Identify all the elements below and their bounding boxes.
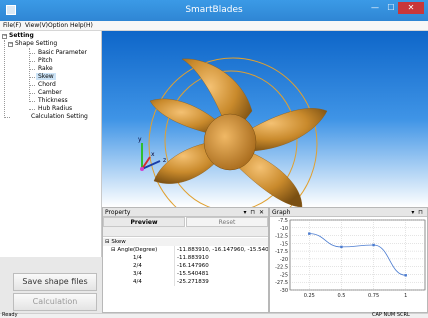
title-bar: SmartBlades — ☐ ✕ (0, 0, 428, 21)
tree-connector (4, 40, 5, 116)
graph-panel-title: Graph (272, 209, 291, 216)
panel-controls[interactable]: ▾ ⊓ ✕ (243, 208, 265, 217)
axis-y-label: y (138, 136, 142, 143)
tree-item-pitch[interactable]: Pitch (38, 57, 53, 64)
expand-shape-setting-icon[interactable]: − (8, 42, 13, 47)
menu-file[interactable]: File(F) (3, 22, 21, 29)
minimize-button[interactable]: — (368, 2, 382, 14)
reset-button[interactable]: Reset (186, 217, 268, 227)
property-row-2-4[interactable]: 2/4 -16.147960 (103, 262, 268, 270)
y-tick-label: -27.5 (275, 280, 288, 286)
tree-item-camber[interactable]: Camber (38, 89, 62, 96)
graph-panel-header: Graph ▾ ⊓ (270, 208, 427, 217)
menu-help[interactable]: Help(H) (70, 22, 93, 29)
angle-value: -11.883910, -16.147960, -15.54048... (174, 246, 268, 254)
menu-option[interactable]: Option (48, 22, 68, 29)
status-bar: Ready CAP NUM SCRL (0, 312, 428, 318)
x-tick-label: 0.5 (337, 293, 345, 299)
y-tick-label: -7.5 (278, 218, 288, 224)
value-2-4[interactable]: -16.147960 (174, 262, 268, 270)
value-1-4[interactable]: -11.883910 (174, 254, 268, 262)
menu-bar: File(F) View(V) Option Help(H) (0, 21, 428, 31)
propeller-hub (203, 113, 257, 171)
propeller-render: y x z (138, 57, 328, 207)
maximize-button[interactable]: ☐ (384, 2, 398, 14)
y-tick-label: -22.5 (275, 265, 288, 271)
property-panel: Property ▾ ⊓ ✕ Preview Reset ⊟ Skew ⊟ An… (102, 207, 269, 313)
plot-area (289, 219, 426, 291)
tree-item-basic-parameter[interactable]: Basic Parameter (38, 49, 87, 56)
tree-item-rake[interactable]: Rake (38, 65, 53, 72)
save-shape-files-button[interactable]: Save shape files (13, 273, 97, 291)
property-panel-title: Property (105, 209, 131, 216)
menu-view[interactable]: View(V) (25, 22, 48, 29)
data-point (308, 232, 311, 235)
settings-tree: − Setting − Shape Setting Basic Paramete… (0, 31, 102, 257)
y-tick-label: -30 (280, 288, 288, 294)
tree-item-setting[interactable]: Setting (9, 32, 34, 39)
3d-viewport[interactable]: y x z (102, 31, 428, 207)
property-group-row[interactable]: ⊟ Skew (103, 238, 268, 246)
axis-x-label: x (151, 151, 155, 158)
tree-item-calculation-setting[interactable]: Calculation Setting (31, 113, 88, 120)
property-row-4-4[interactable]: 4/4 -25.271839 (103, 278, 268, 286)
tree-item-chord[interactable]: Chord (38, 81, 56, 88)
x-tick-label: 1 (404, 293, 407, 299)
y-tick-label: -10 (280, 226, 288, 232)
calculation-button[interactable]: Calculation (13, 293, 97, 311)
tree-item-skew[interactable]: Skew (36, 73, 56, 80)
window-title: SmartBlades (185, 5, 243, 15)
x-tick-label: 0.25 (304, 293, 315, 299)
y-tick-label: -20 (280, 257, 288, 263)
value-4-4[interactable]: -25.271839 (174, 278, 268, 286)
left-button-area: Save shape files Calculation (0, 257, 102, 313)
property-row-3-4[interactable]: 3/4 -15.540481 (103, 270, 268, 278)
tree-item-shape-setting[interactable]: Shape Setting (15, 40, 57, 47)
property-group-skew: ⊟ Skew (105, 239, 126, 245)
skew-graph[interactable]: -7.5 -10 -12.5-15 -17.5 -20 -22.5-25 -27.5 -30 0… (270, 217, 427, 312)
status-text: Ready (2, 312, 18, 318)
status-indicators: CAP NUM SCRL (372, 312, 410, 318)
property-panel-header: Property ▾ ⊓ ✕ (103, 208, 268, 217)
expand-setting-icon[interactable]: − (2, 34, 7, 39)
data-point (340, 245, 343, 249)
data-point (404, 274, 407, 277)
panel-controls[interactable]: ▾ ⊓ (411, 208, 424, 217)
y-tick-label: -12.5 (275, 234, 288, 240)
y-tick-label: -15 (280, 241, 288, 247)
preview-button[interactable]: Preview (103, 217, 185, 227)
y-tick-label: -25 (280, 272, 288, 278)
close-button[interactable]: ✕ (398, 2, 424, 14)
property-row-angle[interactable]: ⊟ Angle(Degree) -11.883910, -16.147960, … (103, 246, 268, 254)
axis-z-label: z (163, 157, 166, 164)
graph-panel: Graph ▾ ⊓ -7.5 -10 -12.5 -15 -17.5 -20 -22.5 -2… (269, 207, 428, 313)
x-tick-label: 0.75 (368, 293, 379, 299)
y-tick-label: -17.5 (275, 249, 288, 255)
tree-item-thickness[interactable]: Thickness (38, 97, 68, 104)
value-3-4[interactable]: -15.540481 (174, 270, 268, 278)
data-point (372, 243, 375, 247)
property-row-1-4[interactable]: 1/4 -11.883910 (103, 254, 268, 262)
tree-item-hub-radius[interactable]: Hub Radius (38, 105, 72, 112)
